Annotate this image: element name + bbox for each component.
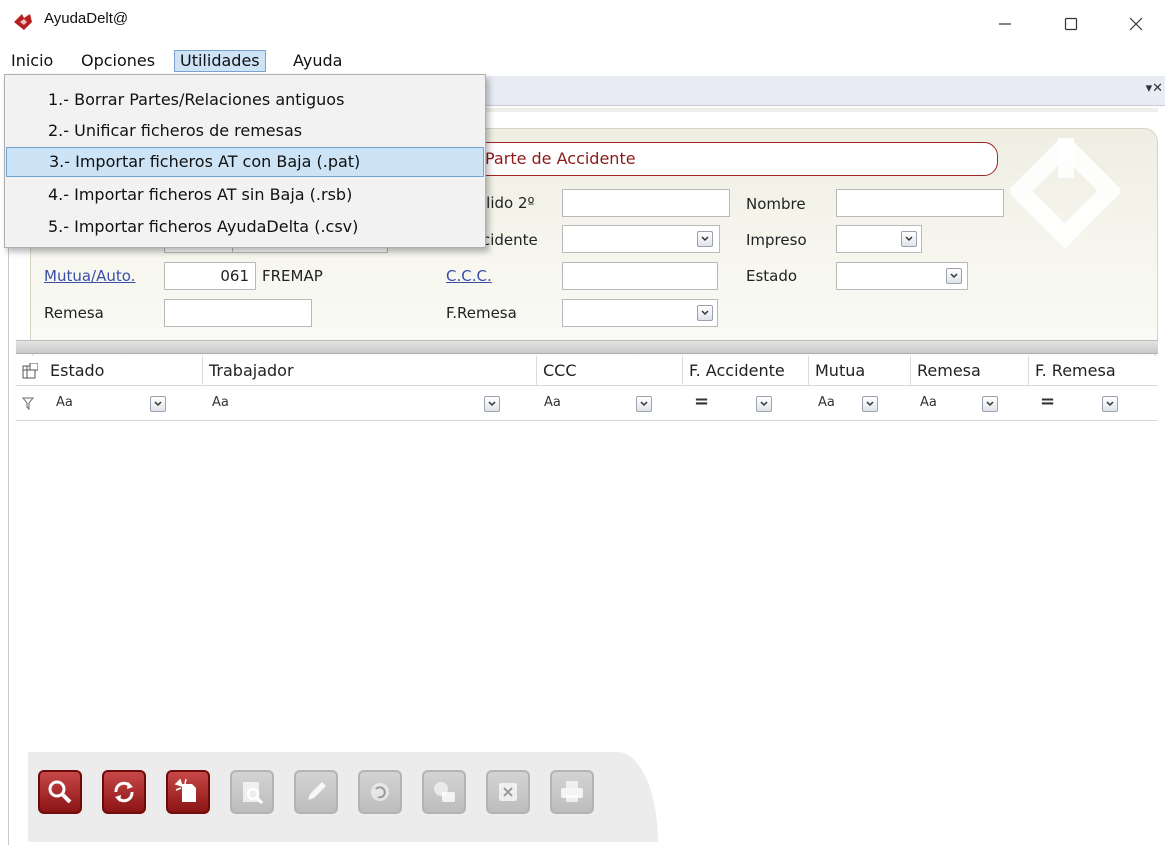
col-estado[interactable]: Estado bbox=[44, 356, 104, 386]
filter-trabajador-dropdown[interactable] bbox=[484, 396, 500, 412]
col-trabajador[interactable]: Trabajador bbox=[202, 356, 294, 386]
undo-button[interactable] bbox=[358, 770, 402, 814]
filter-mutua-text[interactable]: Aa bbox=[818, 395, 835, 410]
preview-icon bbox=[243, 782, 264, 805]
col-f-remesa[interactable]: F. Remesa bbox=[1028, 356, 1116, 386]
excel-icon bbox=[499, 783, 517, 801]
ccc-input[interactable] bbox=[562, 262, 718, 290]
fremesa-dropdown-button[interactable] bbox=[697, 305, 713, 321]
mutua-name: FREMAP bbox=[262, 267, 323, 285]
preview-button[interactable] bbox=[230, 770, 274, 814]
close-button[interactable] bbox=[1113, 4, 1159, 44]
menu-bar: Inicio Opciones Utilidades Ayuda bbox=[0, 48, 1165, 74]
new-icon bbox=[174, 778, 196, 802]
mutua-link[interactable]: Mutua/Auto. bbox=[44, 264, 135, 288]
grid-filter-row: Aa Aa Aa = Aa Aa = bbox=[16, 387, 1158, 421]
filter-icon[interactable] bbox=[22, 397, 36, 411]
maximize-icon bbox=[1064, 17, 1078, 31]
refresh-icon bbox=[114, 781, 134, 803]
minimize-icon bbox=[999, 23, 1011, 25]
chevron-down-icon bbox=[488, 401, 496, 407]
edit-button[interactable] bbox=[294, 770, 338, 814]
grid-header: Estado Trabajador CCC F. Accidente Mutua… bbox=[16, 356, 1158, 386]
col-ccc[interactable]: CCC bbox=[536, 356, 577, 386]
search-icon bbox=[48, 780, 72, 804]
menu-inicio[interactable]: Inicio bbox=[6, 50, 58, 72]
filter-f-accidente-dropdown[interactable] bbox=[756, 396, 772, 412]
chevron-down-icon bbox=[760, 401, 768, 407]
estado-dropdown-button[interactable] bbox=[946, 268, 962, 284]
filter-estado-dropdown[interactable] bbox=[150, 396, 166, 412]
email-button[interactable] bbox=[422, 770, 466, 814]
chevron-down-icon bbox=[1106, 401, 1114, 407]
chevron-down-icon bbox=[905, 236, 913, 242]
minimize-button[interactable] bbox=[982, 4, 1028, 44]
panel-splitter[interactable] bbox=[16, 340, 1158, 354]
edit-icon bbox=[308, 782, 326, 800]
chevron-down-icon bbox=[640, 401, 648, 407]
filter-mutua-dropdown[interactable] bbox=[862, 396, 878, 412]
menu-ayuda[interactable]: Ayuda bbox=[288, 50, 347, 72]
filter-remesa-dropdown[interactable] bbox=[982, 396, 998, 412]
filter-estado-text[interactable]: Aa bbox=[56, 395, 73, 410]
menu-item-borrar-partes[interactable]: 1.- Borrar Partes/Relaciones antiguos bbox=[6, 85, 484, 115]
filter-remesa-text[interactable]: Aa bbox=[920, 395, 937, 410]
label-impreso: Impreso bbox=[746, 231, 807, 249]
filter-f-remesa-operator[interactable]: = bbox=[1040, 391, 1055, 412]
label-fremesa: F.Remesa bbox=[446, 304, 517, 322]
label-estado: Estado bbox=[746, 267, 798, 285]
new-button[interactable] bbox=[166, 770, 210, 814]
accidente-dropdown-button[interactable] bbox=[697, 231, 713, 247]
apellido2-input[interactable] bbox=[562, 189, 730, 217]
remesa-input[interactable] bbox=[164, 299, 312, 327]
filter-f-accidente-operator[interactable]: = bbox=[694, 391, 709, 412]
utilidades-dropdown-menu: 1.- Borrar Partes/Relaciones antiguos 2.… bbox=[4, 74, 486, 248]
ccc-link[interactable]: C.C.C. bbox=[446, 264, 492, 288]
pane-options-icon[interactable]: ▾✕ bbox=[1146, 81, 1163, 96]
label-accidente: cidente bbox=[482, 231, 538, 249]
menu-item-importar-rsb[interactable]: 4.- Importar ficheros AT sin Baja (.rsb) bbox=[6, 180, 484, 210]
col-f-accidente[interactable]: F. Accidente bbox=[682, 356, 785, 386]
col-mutua[interactable]: Mutua bbox=[808, 356, 865, 386]
column-chooser-icon[interactable] bbox=[22, 363, 38, 379]
menu-item-importar-csv[interactable]: 5.- Importar ficheros AyudaDelta (.csv) bbox=[6, 212, 484, 242]
filter-f-remesa-dropdown[interactable] bbox=[1102, 396, 1118, 412]
menu-item-unificar-remesas[interactable]: 2.- Unificar ficheros de remesas bbox=[6, 116, 484, 146]
chevron-down-icon bbox=[986, 401, 994, 407]
filter-trabajador-text[interactable]: Aa bbox=[212, 395, 229, 410]
print-button[interactable] bbox=[550, 770, 594, 814]
label-remesa: Remesa bbox=[44, 304, 104, 322]
close-icon bbox=[1129, 17, 1143, 31]
email-icon bbox=[434, 782, 455, 802]
app-logo-icon bbox=[14, 14, 32, 30]
watermark-logo-icon bbox=[1010, 138, 1120, 248]
chevron-down-icon bbox=[701, 236, 709, 242]
filter-ccc-text[interactable]: Aa bbox=[544, 395, 561, 410]
fremesa-select[interactable] bbox=[562, 299, 718, 327]
excel-button[interactable] bbox=[486, 770, 530, 814]
chevron-down-icon bbox=[950, 273, 958, 279]
chevron-down-icon bbox=[701, 310, 709, 316]
search-button[interactable] bbox=[38, 770, 82, 814]
menu-utilidades[interactable]: Utilidades bbox=[174, 50, 266, 72]
label-apellido2: llido 2º bbox=[482, 194, 535, 212]
title-bar: AyudaDelt@ bbox=[0, 0, 1165, 48]
maximize-button[interactable] bbox=[1048, 4, 1094, 44]
filter-ccc-dropdown[interactable] bbox=[636, 396, 652, 412]
window-title: AyudaDelt@ bbox=[44, 10, 129, 27]
menu-opciones[interactable]: Opciones bbox=[76, 50, 160, 72]
form-title: Parte de Accidente bbox=[470, 142, 998, 176]
label-nombre: Nombre bbox=[746, 195, 806, 213]
impreso-dropdown-button[interactable] bbox=[901, 231, 917, 247]
mutua-code-input[interactable]: 061 bbox=[164, 262, 256, 290]
nombre-input[interactable] bbox=[836, 189, 1004, 217]
col-remesa[interactable]: Remesa bbox=[910, 356, 981, 386]
chevron-down-icon bbox=[866, 401, 874, 407]
refresh-button[interactable] bbox=[102, 770, 146, 814]
undo-icon bbox=[371, 783, 389, 801]
chevron-down-icon bbox=[154, 401, 162, 407]
print-icon bbox=[561, 781, 583, 802]
menu-item-importar-pat[interactable]: 3.- Importar ficheros AT con Baja (.pat) bbox=[6, 147, 484, 177]
